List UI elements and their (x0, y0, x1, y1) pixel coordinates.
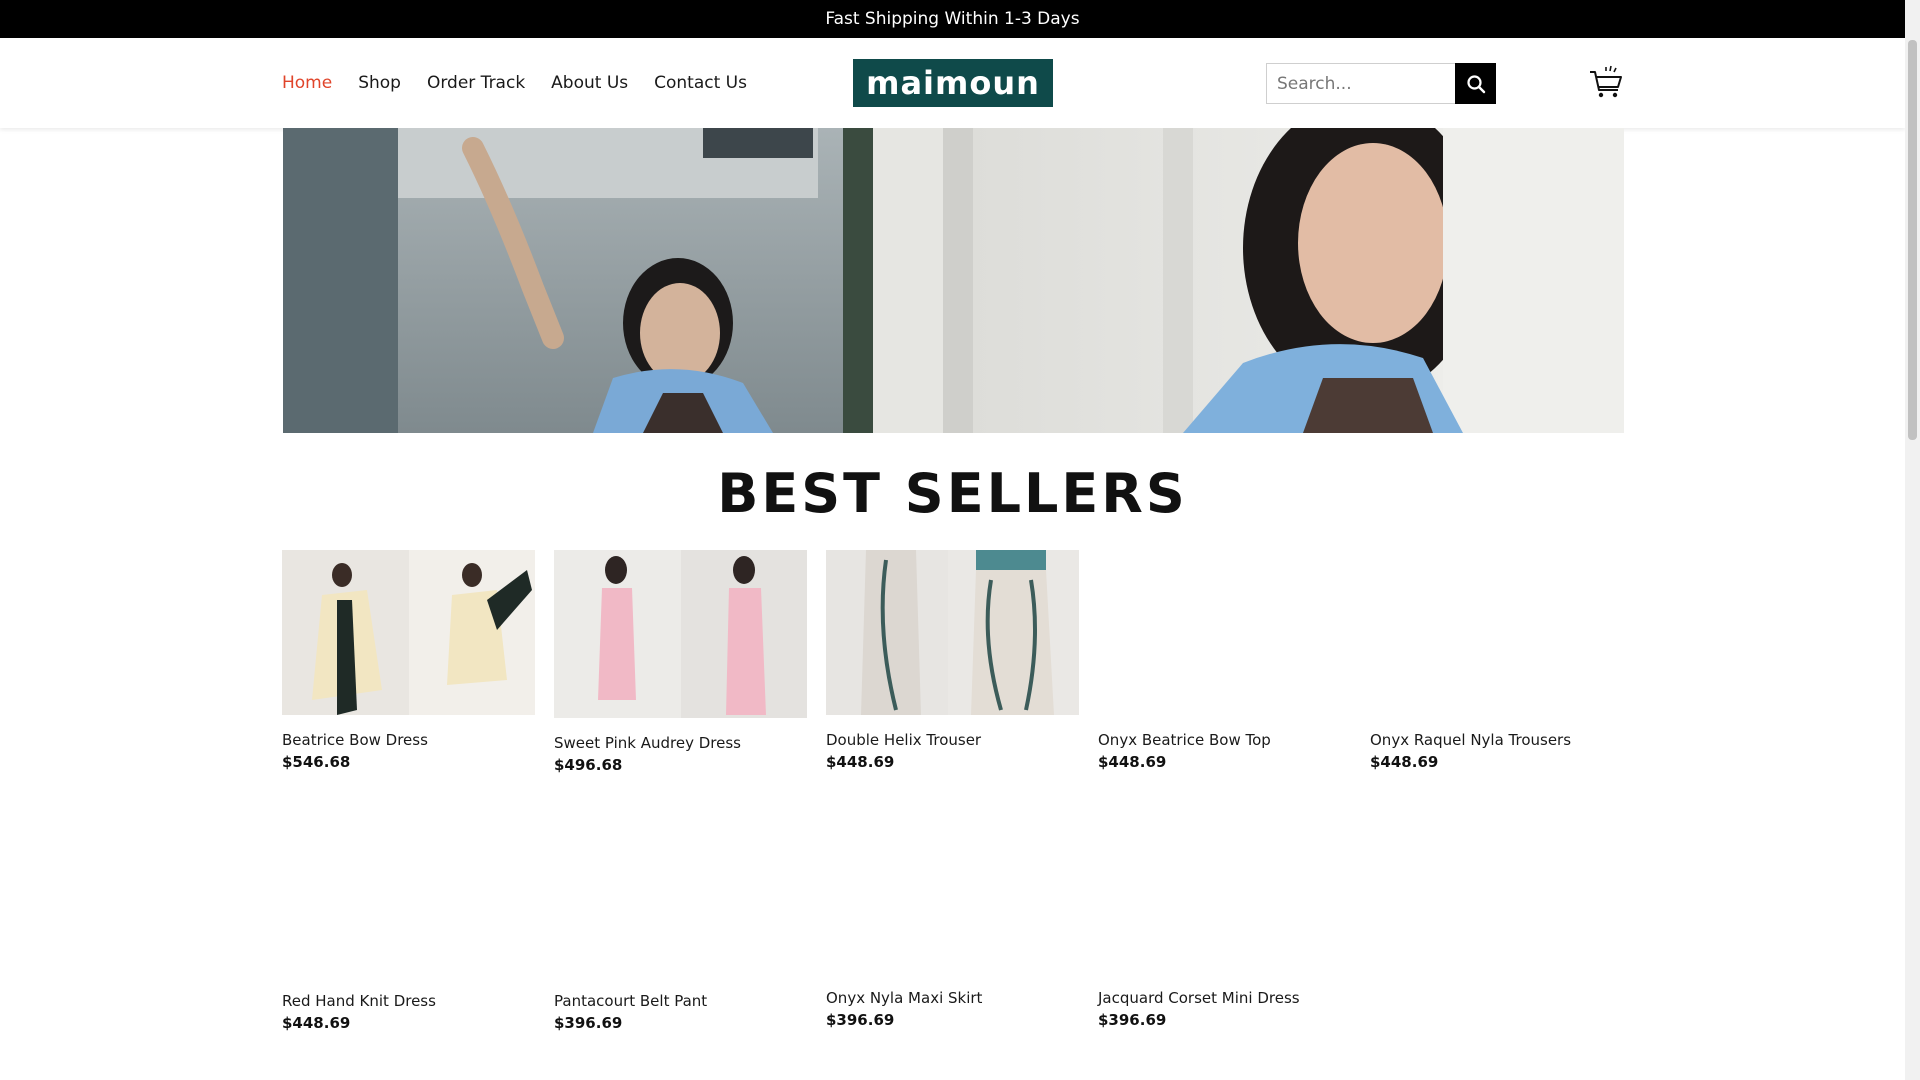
brand-logo-text: maimoun (866, 64, 1040, 102)
product-name[interactable]: Jacquard Corset Mini Dress (1098, 989, 1351, 1007)
product-name[interactable]: Onyx Nyla Maxi Skirt (826, 989, 1079, 1007)
announcement-text: Fast Shipping Within 1-3 Days (825, 9, 1080, 29)
product-price: $396.69 (826, 1011, 895, 1029)
product-image[interactable] (1370, 550, 1623, 715)
product-card[interactable]: Jacquard Corset Mini Dress $396.69 (1098, 808, 1351, 1029)
search-icon (1466, 74, 1485, 93)
product-card[interactable]: Beatrice Bow Dress $546.68 (282, 550, 535, 771)
product-name[interactable]: Double Helix Trouser (826, 731, 1079, 749)
product-price: $448.69 (826, 753, 895, 771)
product-image[interactable] (1098, 808, 1351, 973)
nav-home[interactable]: Home (282, 73, 332, 93)
product-name[interactable]: Sweet Pink Audrey Dress (554, 734, 807, 752)
nav-about-us[interactable]: About Us (551, 73, 628, 93)
product-name[interactable]: Onyx Beatrice Bow Top (1098, 731, 1351, 749)
product-price: $448.69 (1370, 753, 1439, 771)
nav-order-track[interactable]: Order Track (427, 73, 525, 93)
product-image[interactable] (282, 550, 535, 715)
product-image[interactable] (554, 550, 807, 718)
shopping-cart-icon (1590, 65, 1622, 98)
product-price: $546.68 (282, 753, 351, 771)
product-price: $496.68 (554, 756, 623, 774)
product-name[interactable]: Onyx Raquel Nyla Trousers (1370, 731, 1623, 749)
product-image[interactable] (826, 808, 1079, 973)
brand-logo[interactable]: maimoun (853, 59, 1053, 107)
main-nav: Home Shop Order Track About Us Contact U… (282, 38, 747, 128)
product-name[interactable]: Beatrice Bow Dress (282, 731, 535, 749)
nav-contact-us[interactable]: Contact Us (654, 73, 747, 93)
product-price: $448.69 (282, 1014, 351, 1032)
section-title: BEST SELLERS (717, 462, 1188, 525)
product-image[interactable] (554, 811, 807, 976)
product-image[interactable] (282, 811, 535, 976)
announcement-bar: Fast Shipping Within 1-3 Days (0, 0, 1905, 38)
product-card[interactable]: Onyx Beatrice Bow Top $448.69 (1098, 550, 1351, 771)
hero-image (283, 128, 1624, 433)
hero-banner (283, 128, 1624, 433)
page-scrollbar[interactable] (1905, 0, 1920, 1080)
product-card[interactable]: Onyx Nyla Maxi Skirt $396.69 (826, 808, 1079, 1029)
product-card[interactable]: Double Helix Trouser $448.69 (826, 550, 1079, 771)
product-image[interactable] (826, 550, 1079, 715)
product-card[interactable]: Sweet Pink Audrey Dress $496.68 (554, 550, 807, 774)
search-button[interactable] (1455, 63, 1496, 104)
nav-shop[interactable]: Shop (358, 73, 401, 93)
site-header: Home Shop Order Track About Us Contact U… (0, 38, 1905, 128)
product-image[interactable] (1098, 550, 1351, 715)
product-card[interactable]: Onyx Raquel Nyla Trousers $448.69 (1370, 550, 1623, 771)
search-bar (1266, 63, 1496, 104)
scrollbar-thumb[interactable] (1908, 40, 1917, 440)
search-input[interactable] (1266, 63, 1455, 104)
product-card[interactable]: Pantacourt Belt Pant $396.69 (554, 811, 807, 1032)
product-price: $396.69 (554, 1014, 623, 1032)
product-name[interactable]: Pantacourt Belt Pant (554, 992, 807, 1010)
cart-button[interactable] (1588, 64, 1624, 100)
product-name[interactable]: Red Hand Knit Dress (282, 992, 535, 1010)
product-price: $448.69 (1098, 753, 1167, 771)
product-price: $396.69 (1098, 1011, 1167, 1029)
product-card[interactable]: Red Hand Knit Dress $448.69 (282, 811, 535, 1032)
